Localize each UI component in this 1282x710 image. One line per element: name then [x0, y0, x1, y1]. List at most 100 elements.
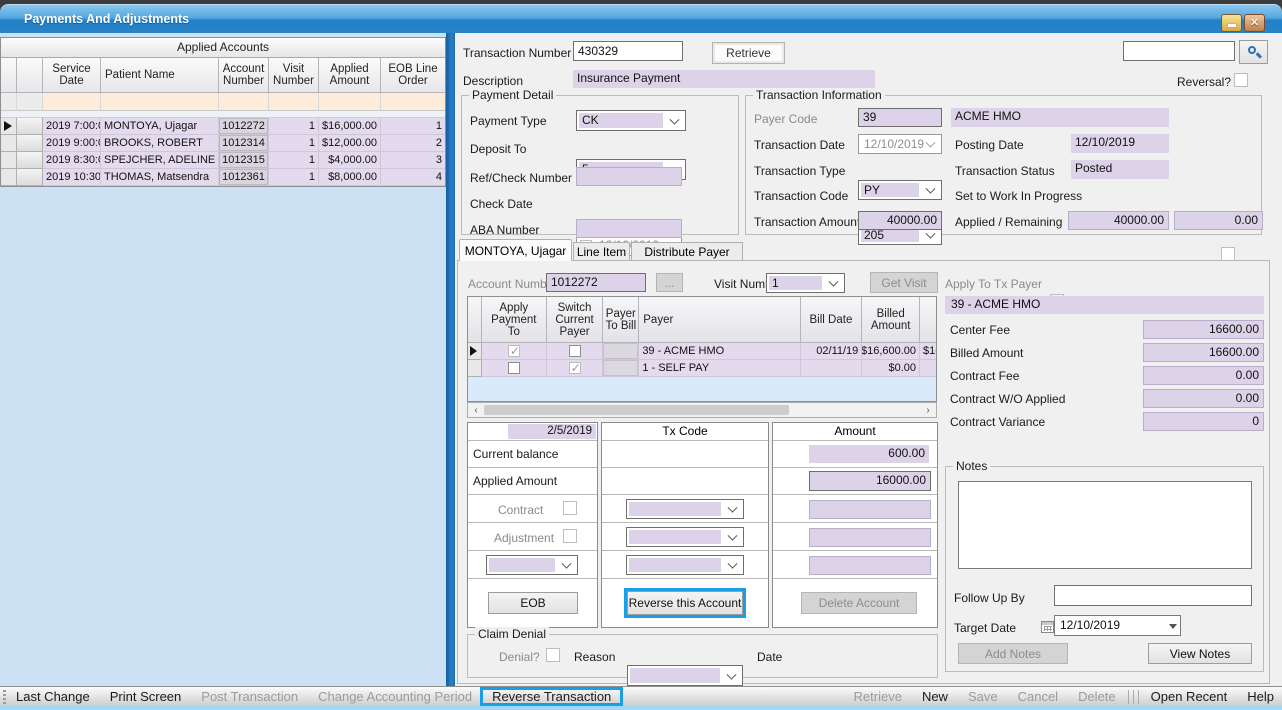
- service-date-cell[interactable]: 2019 10:30:0: [43, 169, 101, 186]
- table-row[interactable]: 2019 7:00:00 MONTOYA, Ujagar 1012272 1 $…: [1, 118, 445, 135]
- switch-payer-checkbox[interactable]: [569, 362, 581, 374]
- retrieve-button[interactable]: Retrieve: [712, 42, 785, 64]
- col-payer-to-bill[interactable]: Payer To Bill: [603, 297, 639, 343]
- add-notes-button[interactable]: Add Notes: [958, 643, 1068, 664]
- payment-type-select[interactable]: CK: [576, 110, 686, 131]
- table-row[interactable]: 2019 9:00:0 BROOKS, ROBERT 1012314 1 $12…: [1, 135, 445, 152]
- payer-to-bill-cell[interactable]: [603, 360, 639, 377]
- tab-patient[interactable]: MONTOYA, Ujagar: [459, 239, 572, 261]
- eob-order-cell[interactable]: 2: [381, 135, 445, 152]
- window-titlebar[interactable]: Payments And Adjustments: [0, 4, 1282, 33]
- adjustment-amount-field[interactable]: [809, 528, 931, 547]
- account-number-cell[interactable]: 1012272: [219, 118, 269, 135]
- tab-line-item[interactable]: Line Item: [573, 242, 630, 261]
- visit-number-cell[interactable]: 1: [269, 169, 319, 186]
- new-button[interactable]: New: [912, 689, 958, 704]
- row-button[interactable]: [17, 169, 43, 186]
- last-change-button[interactable]: Last Change: [6, 689, 100, 704]
- payer-code-field[interactable]: 39: [858, 108, 942, 127]
- denial-checkbox[interactable]: [546, 648, 560, 662]
- filter-cell[interactable]: [1, 93, 17, 111]
- save-button[interactable]: Save: [958, 689, 1008, 704]
- filter-row[interactable]: [1, 93, 445, 111]
- print-screen-button[interactable]: Print Screen: [100, 689, 192, 704]
- ref-check-field[interactable]: [576, 167, 682, 186]
- table-row[interactable]: 2019 8:30:0 SPEJCHER, ADELINE 1012315 1 …: [1, 152, 445, 169]
- contract-txcode-select[interactable]: [626, 499, 744, 519]
- bill-date-cell[interactable]: 02/11/19: [801, 343, 863, 360]
- reversal-checkbox[interactable]: [1234, 73, 1248, 87]
- scroll-left-icon[interactable]: ‹: [468, 403, 484, 417]
- tab-distribute-payer[interactable]: Distribute Payer: [631, 242, 743, 261]
- extra-type-select[interactable]: [486, 555, 578, 575]
- scrollbar-thumb[interactable]: [484, 405, 789, 415]
- post-transaction-button[interactable]: Post Transaction: [191, 689, 308, 704]
- switch-payer-checkbox[interactable]: [569, 345, 581, 357]
- open-recent-button[interactable]: Open Recent: [1141, 689, 1238, 704]
- delete-account-button[interactable]: Delete Account: [801, 592, 917, 614]
- col-visit-number[interactable]: Visit Number: [269, 58, 319, 93]
- apply-payment-checkbox[interactable]: [508, 362, 520, 374]
- filter-cell[interactable]: [17, 93, 43, 111]
- account-number-cell[interactable]: 1012314: [219, 135, 269, 152]
- applied-amount-cell[interactable]: $12,000.00: [319, 135, 381, 152]
- row-button[interactable]: [17, 152, 43, 169]
- help-button[interactable]: Help: [1237, 689, 1282, 704]
- amount-cell-clipped[interactable]: $16,000.00: [920, 343, 936, 360]
- reverse-transaction-button[interactable]: Reverse Transaction: [482, 689, 621, 704]
- apply-payment-checkbox[interactable]: [508, 345, 520, 357]
- aba-field[interactable]: [576, 219, 682, 238]
- row-button[interactable]: [17, 135, 43, 152]
- col-service-date[interactable]: Service Date: [43, 58, 101, 93]
- payer-to-bill-cell[interactable]: [603, 343, 639, 360]
- delete-button[interactable]: Delete: [1068, 689, 1126, 704]
- col-billed-amount[interactable]: Billed Amount: [862, 297, 920, 343]
- visit-number-select[interactable]: 1: [766, 273, 845, 293]
- patient-name-cell[interactable]: BROOKS, ROBERT: [101, 135, 219, 152]
- col-apply-payment-to[interactable]: Apply Payment To: [482, 297, 547, 343]
- change-accounting-period-button[interactable]: Change Accounting Period: [308, 689, 482, 704]
- billed-amount-cell[interactable]: $0.00: [862, 360, 920, 377]
- scroll-right-icon[interactable]: ›: [920, 403, 936, 417]
- filter-cell[interactable]: [219, 93, 269, 111]
- transaction-date-picker[interactable]: 12/10/2019: [858, 134, 942, 154]
- payer-grid-hscrollbar[interactable]: ‹ ›: [467, 402, 937, 418]
- filter-cell[interactable]: [269, 93, 319, 111]
- eob-order-cell[interactable]: 1: [381, 118, 445, 135]
- table-row[interactable]: 2019 10:30:0 THOMAS, Matsendra 1012361 1…: [1, 169, 445, 186]
- service-date-cell[interactable]: 2019 8:30:0: [43, 152, 101, 169]
- extra-txcode-select[interactable]: [626, 555, 744, 575]
- transaction-type-select[interactable]: PY: [858, 180, 942, 200]
- eob-button[interactable]: EOB: [488, 592, 578, 614]
- patient-name-cell[interactable]: SPEJCHER, ADELINE: [101, 152, 219, 169]
- payer-row[interactable]: 1 - SELF PAY $0.00: [468, 360, 936, 377]
- amount-cell-clipped[interactable]: [920, 360, 936, 377]
- visit-number-cell[interactable]: 1: [269, 152, 319, 169]
- view-notes-button[interactable]: View Notes: [1148, 643, 1252, 664]
- follow-up-input[interactable]: [1054, 585, 1252, 606]
- cancel-button[interactable]: Cancel: [1008, 689, 1068, 704]
- notes-textarea[interactable]: [958, 481, 1252, 569]
- reverse-this-account-button[interactable]: Reverse this Account: [627, 591, 743, 615]
- account-lookup-button[interactable]: ...: [656, 273, 683, 292]
- search-button[interactable]: [1239, 40, 1268, 64]
- close-button[interactable]: [1244, 14, 1265, 32]
- bill-date-cell[interactable]: [801, 360, 863, 377]
- contract-amount-field[interactable]: [809, 500, 931, 519]
- col-switch-current-payer[interactable]: Switch Current Payer: [547, 297, 604, 343]
- patient-name-cell[interactable]: MONTOYA, Ujagar: [101, 118, 219, 135]
- service-date-cell[interactable]: 2019 7:00:00: [43, 118, 101, 135]
- adjustment-txcode-select[interactable]: [626, 527, 744, 547]
- target-date-picker[interactable]: 12/10/2019: [1054, 615, 1181, 636]
- filter-cell[interactable]: [101, 93, 219, 111]
- extra-amount-field[interactable]: [809, 556, 931, 575]
- visit-number-cell[interactable]: 1: [269, 135, 319, 152]
- col-patient-name[interactable]: Patient Name: [101, 58, 219, 93]
- retrieve-toolbar-button[interactable]: Retrieve: [844, 689, 912, 704]
- transaction-number-input[interactable]: [573, 41, 683, 61]
- service-date-cell[interactable]: 2019 9:00:0: [43, 135, 101, 152]
- filter-cell[interactable]: [319, 93, 381, 111]
- minimize-button[interactable]: [1221, 14, 1242, 32]
- applied-amount-cell[interactable]: $16,000.00: [319, 118, 381, 135]
- eob-order-cell[interactable]: 3: [381, 152, 445, 169]
